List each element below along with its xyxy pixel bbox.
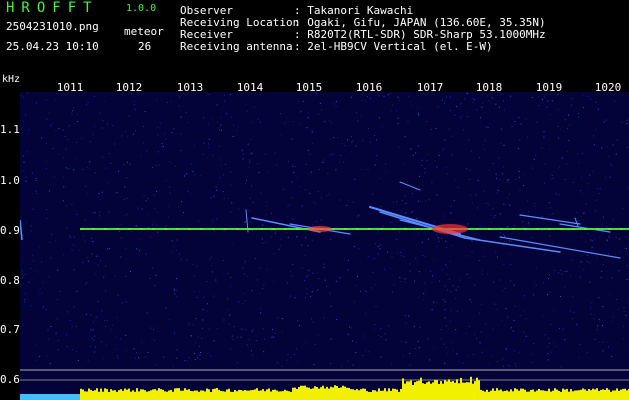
app-title: HROFFT — [6, 0, 99, 16]
noise-level-low — [20, 394, 80, 400]
spectrogram-canvas — [20, 92, 629, 400]
image-datetime: 25.04.23 10:10 — [6, 40, 99, 53]
y-tick-label: 0.6 — [0, 373, 20, 386]
antenna-label: Receiving antenna — [180, 40, 293, 53]
axis-unit-label: kHz — [2, 74, 21, 85]
left-edge-trace — [20, 219, 23, 241]
y-tick-label: 0.7 — [0, 323, 20, 336]
meteor-count: 26 — [138, 40, 152, 53]
header-panel: HROFFT 1.0.0 2504231010.png 25.04.23 10:… — [0, 0, 629, 72]
meteor-echo — [499, 236, 621, 259]
y-tick-label: 0.8 — [0, 274, 20, 287]
y-tick-label: 1.1 — [0, 123, 20, 136]
echo-hotspot — [308, 226, 332, 232]
y-tick-label: 1.0 — [0, 174, 20, 187]
meteor-echo — [574, 217, 579, 227]
spectrogram-plot — [20, 92, 629, 400]
echo-hotspot — [432, 224, 468, 234]
meteor-echo-group — [245, 181, 621, 259]
image-filename: 2504231010.png — [6, 20, 99, 33]
antenna-value: : 2el-HB9CV Vertical (el. E-W) — [294, 40, 493, 53]
meteor-echo — [399, 181, 421, 191]
meteor-label: meteor — [124, 25, 164, 38]
app-version: 1.0.0 — [126, 3, 157, 14]
y-tick-label: 0.9 — [0, 224, 20, 237]
